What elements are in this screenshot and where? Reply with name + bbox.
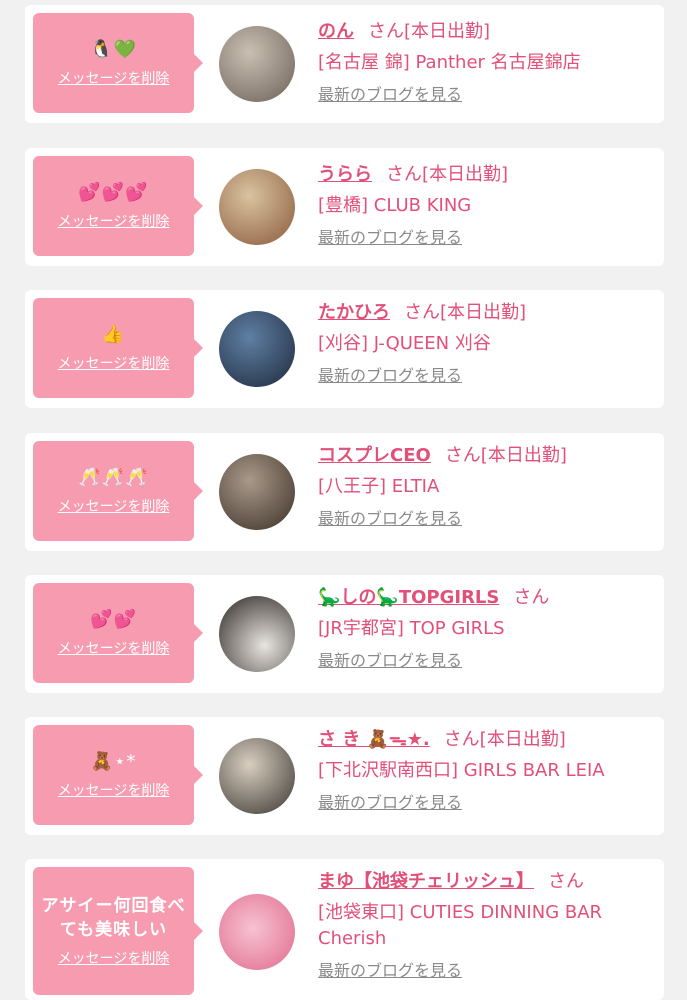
shop-name: [下北沢駅南西口] GIRLS BAR LEIA bbox=[318, 760, 605, 781]
message-bubble: 💕💕💕 メッセージを削除 bbox=[33, 156, 203, 256]
cast-name-link[interactable]: のん bbox=[318, 21, 354, 42]
cast-name-link[interactable]: うらら bbox=[318, 164, 372, 185]
shop-name: [刈谷] J-QUEEN 刈谷 bbox=[318, 333, 491, 354]
message-bubble: 🧸⋆* メッセージを削除 bbox=[33, 725, 203, 825]
cast-card: 🐧💚 メッセージを削除 のん さん[本日出勤] [名古屋 錦] Panther 名… bbox=[25, 5, 664, 123]
delete-message-link[interactable]: メッセージを削除 bbox=[58, 353, 170, 373]
blog-link[interactable]: 最新のブログを見る bbox=[318, 227, 462, 249]
cast-status: さん bbox=[513, 587, 550, 608]
delete-message-link[interactable]: メッセージを削除 bbox=[58, 948, 170, 968]
cast-info: たかひろ さん[本日出勤] [刈谷] J-QUEEN 刈谷 最新のブログを見る bbox=[318, 300, 654, 387]
cast-status: さん[本日出勤] bbox=[386, 164, 509, 185]
cast-status: さん bbox=[548, 871, 584, 892]
cast-status: さん[本日出勤] bbox=[368, 21, 491, 42]
cast-card: 🧸⋆* メッセージを削除 さ き 🧸ᯓ★. さん[本日出勤] [下北沢駅南西口] … bbox=[25, 717, 664, 835]
cast-status: さん[本日出勤] bbox=[404, 302, 527, 323]
blog-link[interactable]: 最新のブログを見る bbox=[318, 84, 462, 106]
shop-name: [豊橋] CLUB KING bbox=[318, 195, 472, 216]
cast-message: アサイー何回食べ ても美味しい bbox=[41, 896, 186, 940]
cast-message: 🧸⋆* bbox=[90, 751, 137, 772]
delete-message-link[interactable]: メッセージを削除 bbox=[58, 496, 170, 516]
message-bubble: アサイー何回食べ ても美味しい メッセージを削除 bbox=[33, 867, 203, 995]
blog-link[interactable]: 最新のブログを見る bbox=[318, 960, 462, 982]
cast-status: さん[本日出勤] bbox=[443, 729, 566, 750]
cast-message: 🥂🥂🥂 bbox=[78, 467, 149, 488]
cast-message: 💕💕💕 bbox=[78, 182, 149, 203]
cast-avatar[interactable] bbox=[219, 311, 295, 387]
message-bubble: 👍 メッセージを削除 bbox=[33, 298, 203, 398]
cast-avatar[interactable] bbox=[219, 169, 295, 245]
shop-name: [JR宇都宮] TOP GIRLS bbox=[318, 618, 505, 639]
cast-avatar[interactable] bbox=[219, 894, 295, 970]
blog-link[interactable]: 最新のブログを見る bbox=[318, 508, 462, 530]
cast-message: 👍 bbox=[101, 324, 126, 345]
delete-message-link[interactable]: メッセージを削除 bbox=[58, 211, 170, 231]
message-bubble: 💕💕 メッセージを削除 bbox=[33, 583, 203, 683]
cast-card: 🥂🥂🥂 メッセージを削除 コスプレCEO さん[本日出勤] [八王子] ELTIA… bbox=[25, 433, 664, 551]
message-bubble: 🐧💚 メッセージを削除 bbox=[33, 13, 203, 113]
blog-link[interactable]: 最新のブログを見る bbox=[318, 650, 462, 672]
cast-name-link[interactable]: さ き 🧸ᯓ★. bbox=[318, 729, 430, 750]
shop-name: [池袋東口] CUTIES DINNING BAR Cherish bbox=[318, 902, 603, 949]
shop-name: [八王子] ELTIA bbox=[318, 476, 440, 497]
cast-card: 💕💕 メッセージを削除 🦕しの🦕TOPGIRLS さん [JR宇都宮] TOP G… bbox=[25, 575, 664, 693]
cast-avatar[interactable] bbox=[219, 738, 295, 814]
cast-avatar[interactable] bbox=[219, 454, 295, 530]
cast-message: 🐧💚 bbox=[90, 39, 137, 60]
delete-message-link[interactable]: メッセージを削除 bbox=[58, 638, 170, 658]
cast-status: さん[本日出勤] bbox=[444, 445, 567, 466]
cast-name-link[interactable]: たかひろ bbox=[318, 302, 390, 323]
cast-info: うらら さん[本日出勤] [豊橋] CLUB KING 最新のブログを見る bbox=[318, 162, 654, 249]
message-bubble: 🥂🥂🥂 メッセージを削除 bbox=[33, 441, 203, 541]
cast-info: コスプレCEO さん[本日出勤] [八王子] ELTIA 最新のブログを見る bbox=[318, 443, 654, 530]
cast-avatar[interactable] bbox=[219, 596, 295, 672]
cast-name-link[interactable]: まゆ【池袋チェリッシュ】 bbox=[318, 871, 534, 892]
shop-name: [名古屋 錦] Panther 名古屋錦店 bbox=[318, 52, 581, 73]
cast-info: のん さん[本日出勤] [名古屋 錦] Panther 名古屋錦店 最新のブログを… bbox=[318, 19, 654, 106]
cast-name-link[interactable]: 🦕しの🦕TOPGIRLS bbox=[318, 587, 499, 608]
cast-info: 🦕しの🦕TOPGIRLS さん [JR宇都宮] TOP GIRLS 最新のブログを… bbox=[318, 585, 654, 672]
cast-card: 👍 メッセージを削除 たかひろ さん[本日出勤] [刈谷] J-QUEEN 刈谷 … bbox=[25, 290, 664, 408]
delete-message-link[interactable]: メッセージを削除 bbox=[58, 780, 170, 800]
delete-message-link[interactable]: メッセージを削除 bbox=[58, 68, 170, 88]
blog-link[interactable]: 最新のブログを見る bbox=[318, 792, 462, 814]
cast-avatar[interactable] bbox=[219, 26, 295, 102]
cast-name-link[interactable]: コスプレCEO bbox=[318, 445, 431, 466]
cast-message: 💕💕 bbox=[90, 609, 137, 630]
blog-link[interactable]: 最新のブログを見る bbox=[318, 365, 462, 387]
cast-info: まゆ【池袋チェリッシュ】 さん [池袋東口] CUTIES DINNING BAR… bbox=[318, 869, 654, 982]
cast-card: 💕💕💕 メッセージを削除 うらら さん[本日出勤] [豊橋] CLUB KING … bbox=[25, 148, 664, 266]
cast-card: アサイー何回食べ ても美味しい メッセージを削除 まゆ【池袋チェリッシュ】 さん … bbox=[25, 859, 664, 1000]
cast-info: さ き 🧸ᯓ★. さん[本日出勤] [下北沢駅南西口] GIRLS BAR LEI… bbox=[318, 727, 654, 814]
